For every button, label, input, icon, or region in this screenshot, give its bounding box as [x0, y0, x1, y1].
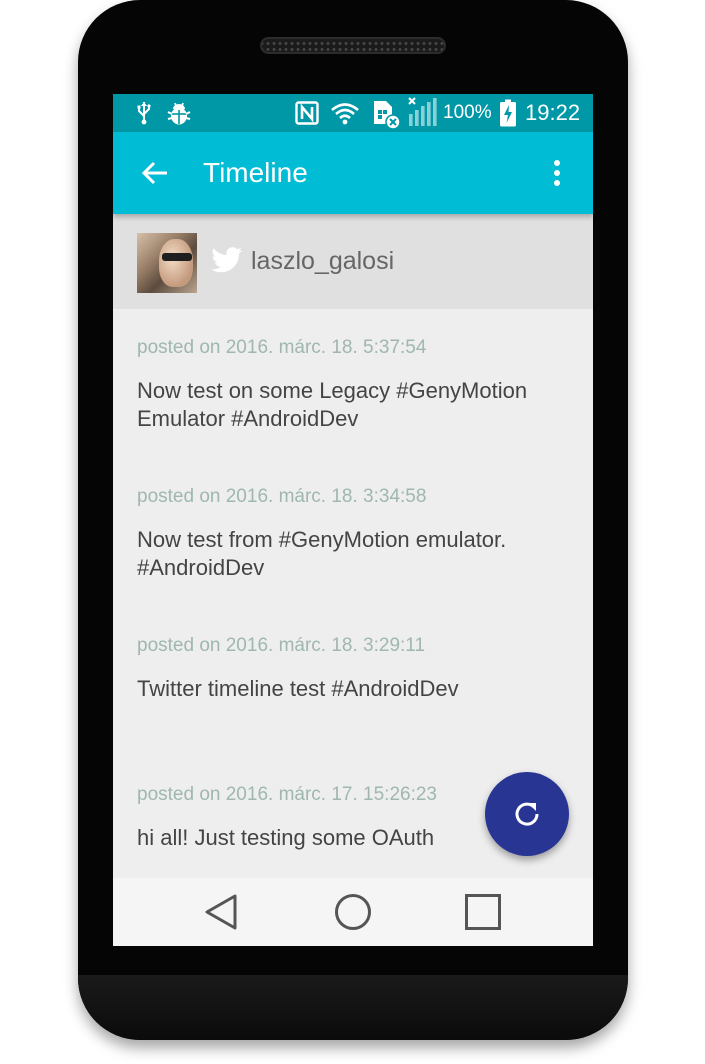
- page-title: Timeline: [203, 157, 308, 188]
- system-nav-bar: [113, 878, 593, 946]
- refresh-icon: [515, 802, 539, 826]
- more-vert-icon: [554, 160, 560, 186]
- usb-icon: [133, 94, 155, 132]
- list-item[interactable]: posted on 2016. márc. 18. 3:34:58 Now te…: [137, 485, 577, 582]
- post-date: posted on 2016. márc. 18. 3:34:58: [137, 486, 427, 507]
- no-sim-icon: [369, 94, 403, 132]
- signal-icon: [405, 94, 439, 132]
- list-item[interactable]: posted on 2016. márc. 18. 5:37:54 Now te…: [137, 336, 577, 433]
- post-text: Now test from #GenyMotion emulator. #And…: [137, 527, 507, 580]
- arrow-back-icon: [141, 161, 167, 185]
- username: laszlo_galosi: [251, 247, 395, 275]
- device-screen: 100% 19:22 Timeline laszlo_galosi posted…: [113, 94, 593, 946]
- app-bar: Timeline: [113, 132, 593, 214]
- battery-charging-icon: [497, 94, 519, 132]
- bug-icon: [165, 94, 193, 132]
- twitter-icon: [211, 247, 243, 273]
- back-button[interactable]: [131, 149, 179, 197]
- wifi-icon: [329, 94, 361, 132]
- post-text: Now test on some Legacy #GenyMotion Emul…: [137, 378, 528, 431]
- list-item[interactable]: posted on 2016. márc. 18. 3:29:11 Twitte…: [137, 634, 577, 703]
- battery-percent: 100%: [443, 102, 492, 123]
- refresh-button[interactable]: [485, 772, 569, 856]
- phone-bottom-bezel: [78, 975, 628, 1040]
- overflow-menu-button[interactable]: [533, 149, 581, 197]
- post-text: Twitter timeline test #AndroidDev: [137, 676, 459, 701]
- nav-back-button[interactable]: [181, 878, 261, 946]
- earpiece-speaker: [260, 37, 446, 54]
- post-date: posted on 2016. márc. 18. 5:37:54: [137, 337, 427, 358]
- post-date: posted on 2016. márc. 18. 3:29:11: [137, 635, 426, 656]
- nav-recents-icon: [465, 894, 501, 930]
- clock: 19:22: [525, 100, 581, 125]
- nav-back-icon: [205, 894, 237, 930]
- nav-recents-button[interactable]: [443, 878, 523, 946]
- avatar: [137, 233, 197, 293]
- profile-header: laszlo_galosi: [113, 214, 593, 309]
- phone-frame: 100% 19:22 Timeline laszlo_galosi posted…: [78, 0, 628, 1040]
- nav-home-button[interactable]: [313, 878, 393, 946]
- nav-home-icon: [335, 894, 371, 930]
- nfc-icon: [293, 94, 321, 132]
- status-bar: 100% 19:22: [113, 94, 593, 132]
